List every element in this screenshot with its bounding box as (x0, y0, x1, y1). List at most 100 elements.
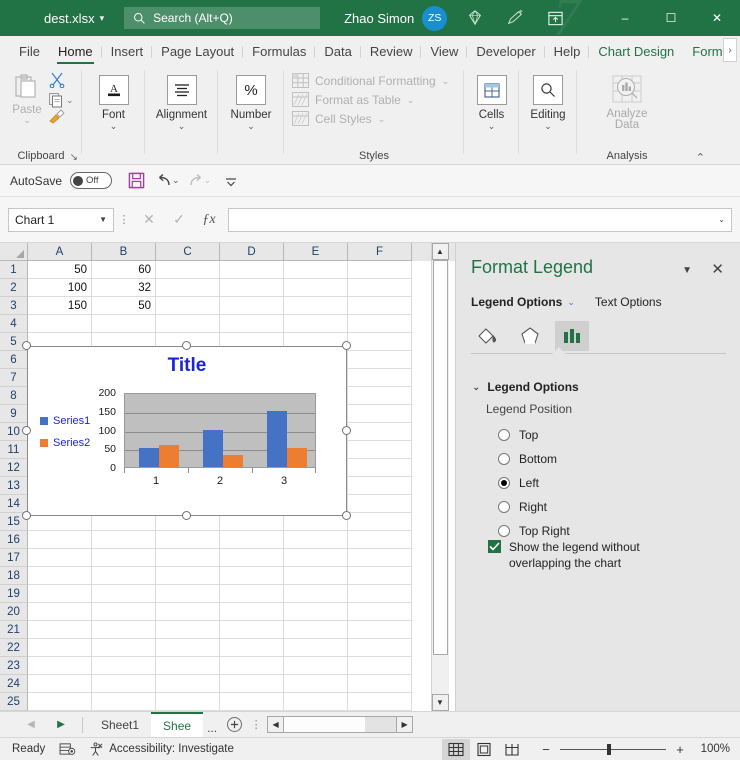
cell-A1[interactable]: 50 (28, 261, 92, 279)
cell-F6[interactable] (348, 351, 412, 369)
row-header-23[interactable]: 23 (0, 657, 28, 675)
cell-C21[interactable] (156, 621, 220, 639)
select-all-corner[interactable] (0, 243, 28, 261)
legend-item-series2[interactable]: Series2 (40, 437, 90, 449)
tab-chart-design[interactable]: Chart Design (589, 42, 683, 64)
cell-D21[interactable] (220, 621, 284, 639)
chart-handle-top-left[interactable] (22, 341, 31, 350)
cell-D19[interactable] (220, 585, 284, 603)
cell-F5[interactable] (348, 333, 412, 351)
row-header-7[interactable]: 7 (0, 369, 28, 387)
pen-comment-icon[interactable] (505, 8, 525, 28)
cell-A17[interactable] (28, 549, 92, 567)
bar-series2-cat3[interactable] (287, 448, 307, 467)
cell-F11[interactable] (348, 441, 412, 459)
cell-E21[interactable] (284, 621, 348, 639)
cell-E17[interactable] (284, 549, 348, 567)
zoom-level-label[interactable]: 100% (694, 743, 730, 755)
scroll-up-icon[interactable]: ▲ (431, 243, 449, 260)
cell-F16[interactable] (348, 531, 412, 549)
ribbon-overflow-button[interactable]: › (723, 38, 737, 62)
hscroll-left-icon[interactable]: ◀ (268, 717, 285, 732)
cell-E25[interactable] (284, 693, 348, 711)
row-header-11[interactable]: 11 (0, 441, 28, 459)
column-header-a[interactable]: A (28, 243, 92, 261)
cell-F19[interactable] (348, 585, 412, 603)
row-header-9[interactable]: 9 (0, 405, 28, 423)
cell-B17[interactable] (92, 549, 156, 567)
section-chevron-icon[interactable]: ⌄ (472, 382, 480, 393)
scroll-down-icon[interactable]: ▼ (431, 694, 449, 711)
cell-F10[interactable] (348, 423, 412, 441)
editing-button[interactable]: Editing ⌄ (521, 69, 575, 131)
conditional-formatting-button[interactable]: Conditional Formatting ⌄ (292, 73, 449, 89)
cell-E3[interactable] (284, 297, 348, 315)
row-header-21[interactable]: 21 (0, 621, 28, 639)
cell-F23[interactable] (348, 657, 412, 675)
cell-F1[interactable] (348, 261, 412, 279)
accessibility-button[interactable]: Accessibility: Investigate (88, 741, 234, 757)
cell-C24[interactable] (156, 675, 220, 693)
cell-B3[interactable]: 50 (92, 297, 156, 315)
row-header-25[interactable]: 25 (0, 693, 28, 711)
cell-A4[interactable] (28, 315, 92, 333)
chart-object[interactable]: Title Series1 Series2 0 50 100 150 200 1… (27, 346, 347, 516)
radio-top-right[interactable]: Top Right (498, 524, 570, 538)
number-chevron-icon[interactable]: ⌄ (247, 122, 255, 131)
cell-B20[interactable] (92, 603, 156, 621)
row-header-19[interactable]: 19 (0, 585, 28, 603)
row-header-13[interactable]: 13 (0, 477, 28, 495)
enter-icon[interactable]: ✓ (164, 208, 194, 232)
cell-F22[interactable] (348, 639, 412, 657)
row-header-3[interactable]: 3 (0, 297, 28, 315)
normal-view-icon[interactable] (442, 738, 470, 760)
tab-formulas[interactable]: Formulas (243, 42, 316, 64)
cell-A16[interactable] (28, 531, 92, 549)
redo-chevron-icon[interactable]: ⌄ (204, 175, 212, 186)
chart-legend[interactable]: Series1 Series2 (40, 415, 90, 449)
radio-right-indicator[interactable] (498, 501, 510, 513)
sheet-next-icon[interactable]: ▶ (46, 713, 76, 737)
cell-F13[interactable] (348, 477, 412, 495)
maximize-button[interactable]: ☐ (648, 0, 694, 36)
cell-F20[interactable] (348, 603, 412, 621)
cell-F9[interactable] (348, 405, 412, 423)
cell-E18[interactable] (284, 567, 348, 585)
row-header-14[interactable]: 14 (0, 495, 28, 513)
cells-button[interactable]: Cells ⌄ (467, 69, 517, 131)
panel-close-icon[interactable]: ✕ (711, 260, 724, 278)
cell-F12[interactable] (348, 459, 412, 477)
row-header-16[interactable]: 16 (0, 531, 28, 549)
cell-D18[interactable] (220, 567, 284, 585)
cell-D16[interactable] (220, 531, 284, 549)
cell-B1[interactable]: 60 (92, 261, 156, 279)
radio-left-indicator[interactable] (498, 477, 510, 489)
undo-chevron-icon[interactable]: ⌄ (172, 175, 180, 186)
cell-E2[interactable] (284, 279, 348, 297)
cell-D23[interactable] (220, 657, 284, 675)
format-painter-icon[interactable] (48, 109, 74, 127)
column-header-e[interactable]: E (284, 243, 348, 261)
cell-D17[interactable] (220, 549, 284, 567)
cell-D3[interactable] (220, 297, 284, 315)
formula-input[interactable]: ⌄ (228, 207, 732, 232)
cell-C22[interactable] (156, 639, 220, 657)
format-as-table-button[interactable]: Format as Table ⌄ (292, 92, 449, 108)
cell-C19[interactable] (156, 585, 220, 603)
chart-handle-top-right[interactable] (342, 341, 351, 350)
copy-chevron-icon[interactable]: ⌄ (66, 95, 74, 106)
editing-chevron-icon[interactable]: ⌄ (544, 122, 552, 131)
chart-handle-bottom-right[interactable] (342, 511, 351, 520)
cell-F24[interactable] (348, 675, 412, 693)
fill-line-icon[interactable] (471, 321, 505, 351)
column-header-b[interactable]: B (92, 243, 156, 261)
cell-F15[interactable] (348, 513, 412, 531)
restore-ribbon-icon[interactable] (545, 8, 565, 28)
cell-E20[interactable] (284, 603, 348, 621)
cell-E16[interactable] (284, 531, 348, 549)
radio-top-indicator[interactable] (498, 429, 510, 441)
horizontal-scroll-thumb[interactable] (284, 717, 366, 732)
cell-C25[interactable] (156, 693, 220, 711)
conditional-formatting-caret-icon[interactable]: ⌄ (442, 76, 450, 87)
row-header-20[interactable]: 20 (0, 603, 28, 621)
